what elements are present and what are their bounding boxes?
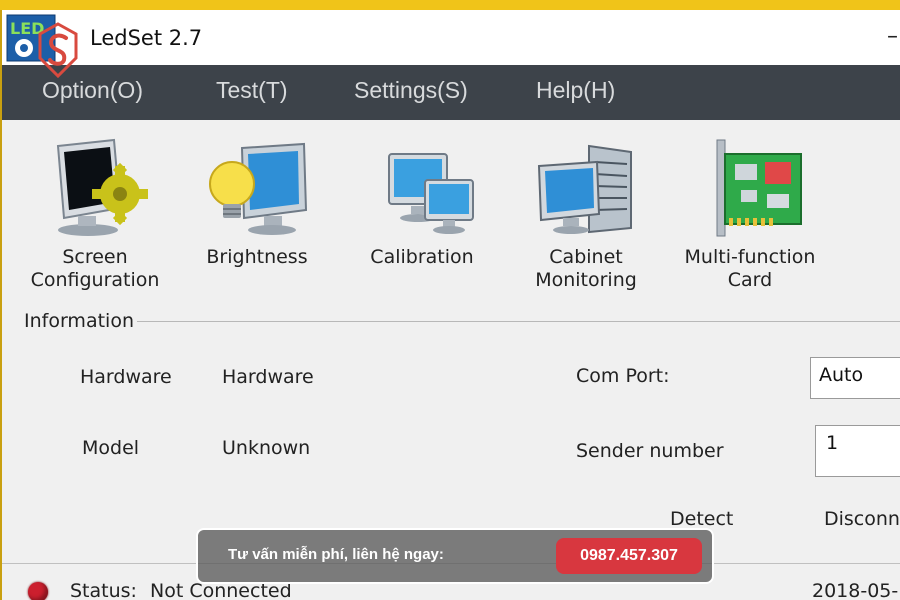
tool-label-cabinet-monitoring: Cabinet Monitoring [535, 246, 637, 291]
model-value: Unknown [222, 437, 311, 459]
calibration-icon [388, 153, 474, 234]
tool-label-calibration: Calibration [370, 246, 474, 268]
title-bar: LED LedSet 2.7 – [2, 10, 900, 65]
ledset-window: LED LedSet 2.7 – Option(O) Test(T) Setti… [0, 10, 900, 600]
information-group-title: Information [24, 310, 134, 332]
multifunction-card-icon [716, 139, 802, 237]
sender-number-label: Sender number [576, 440, 724, 462]
model-label: Model [82, 437, 140, 459]
window-title: LedSet 2.7 [90, 26, 203, 50]
disconnect-button[interactable]: Disconne [824, 508, 900, 530]
multi-function-card-button[interactable]: Multi-function Card [675, 132, 825, 302]
screen-config-icon [56, 138, 148, 236]
calibration-button[interactable]: Calibration [347, 132, 497, 302]
menu-test[interactable]: Test(T) [216, 77, 288, 104]
tool-label-screen-configuration: Screen Configuration [30, 246, 160, 291]
brightness-icon [209, 142, 308, 235]
sender-number-input[interactable]: 1 [815, 425, 900, 477]
hardware-label: Hardware [80, 366, 172, 388]
hardware-value: Hardware [222, 366, 314, 388]
menu-help[interactable]: Help(H) [536, 77, 615, 104]
menu-bar: Option(O) Test(T) Settings(S) Help(H) [2, 65, 900, 120]
menu-option[interactable]: Option(O) [42, 77, 143, 104]
promo-text: Tư vấn miễn phí, liên hệ ngay: [228, 546, 444, 563]
tool-label-brightness: Brightness [206, 246, 308, 268]
com-port-label: Com Port: [576, 365, 670, 387]
screen-configuration-button[interactable]: Screen Configuration [20, 132, 170, 302]
main-toolbar: Screen Configuration Brightness Calibrat… [2, 120, 900, 305]
brightness-button[interactable]: Brightness [182, 132, 332, 302]
status-indicator-icon [28, 582, 48, 600]
promo-banner: Tư vấn miễn phí, liên hệ ngay: 0987.457.… [196, 528, 714, 584]
cabinet-monitoring-icon [537, 144, 632, 234]
minimize-button[interactable]: – [887, 24, 898, 49]
watermark-logo-icon [38, 22, 78, 78]
status-date: 2018-05- [812, 580, 899, 600]
com-port-select[interactable]: Auto [810, 357, 900, 399]
menu-settings[interactable]: Settings(S) [354, 77, 468, 104]
status-label: Status: [70, 580, 137, 600]
detect-button[interactable]: Detect [670, 508, 733, 530]
tool-label-multi-function-card: Multi-function Card [684, 246, 816, 291]
cabinet-monitoring-button[interactable]: Cabinet Monitoring [511, 132, 661, 302]
promo-phone-button[interactable]: 0987.457.307 [556, 538, 702, 574]
information-group-divider [137, 321, 900, 322]
